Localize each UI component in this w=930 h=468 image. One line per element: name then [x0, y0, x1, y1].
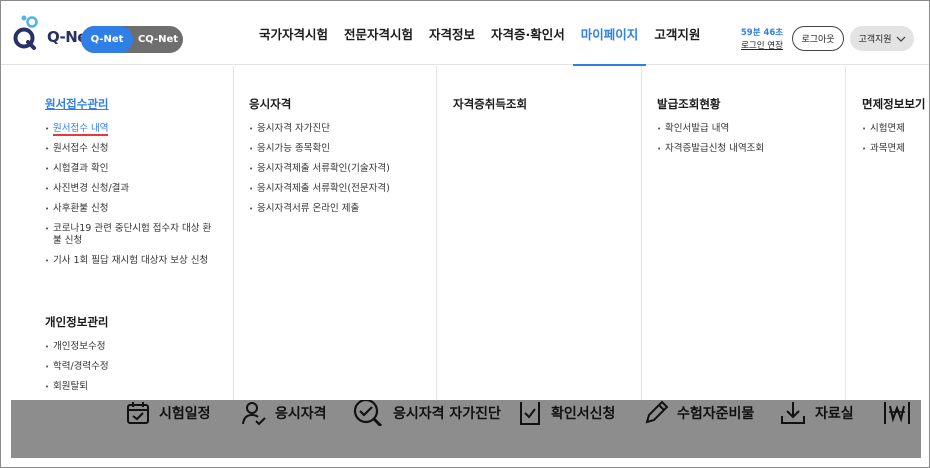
nav-mypage[interactable]: 마이페이지	[572, 1, 647, 69]
menu-item[interactable]: 응시가능 종목확인	[249, 143, 390, 155]
menu-heading-application[interactable]: 원서접수관리	[45, 96, 108, 112]
nav-customer-support[interactable]: 고객지원	[646, 1, 708, 65]
download-icon	[781, 402, 805, 424]
person-icon	[242, 402, 266, 426]
document-check-icon	[520, 402, 540, 425]
quick-label: 수험자준비물	[677, 406, 755, 422]
chevron-down-icon	[896, 36, 905, 42]
menu-item[interactable]: 코로나19 관련 중단시험 접수자 대상 환불 신청	[45, 223, 215, 247]
site-header: Q-Net Q-Net CQ-Net 국가자격시험 전문자격시험 자격정보 자격…	[1, 1, 929, 69]
menu-col-application: 원서접수관리 원서접수 내역 원서접수 신청 시험결과 확인 사진변경 신청/결…	[11, 66, 234, 401]
support-dropdown-label: 고객지원	[858, 35, 892, 45]
nav-national-exam[interactable]: 국가자격시험	[251, 1, 336, 65]
menu-list-exemption: 시험면제 과목면제	[862, 123, 905, 163]
quick-label: 시험일정	[159, 406, 211, 422]
main-nav: 국가자격시험 전문자격시험 자격정보 자격증·확인서 마이페이지 고객지원	[251, 1, 708, 69]
menu-item[interactable]: 응시자격제출 서류확인(전문자격)	[249, 183, 390, 195]
page: Q-Net Q-Net CQ-Net 국가자격시험 전문자격시험 자격정보 자격…	[0, 0, 930, 468]
quick-label: 확인서신청	[551, 406, 616, 422]
session-timer: 59분 46초 로그인 연장	[737, 27, 787, 53]
menu-heading-eligibility[interactable]: 응시자격	[249, 96, 291, 112]
menu-list-issuance: 확인서발급 내역 자격증발급신청 내역조회	[657, 123, 764, 163]
menu-item[interactable]: 사진변경 신청/결과	[45, 183, 215, 195]
quick-confirmation-request[interactable]: 확인서신청	[517, 400, 615, 426]
quick-exam-supplies[interactable]: 수험자준비물	[643, 400, 754, 426]
quick-label: 응시자격 자가진단	[393, 406, 501, 422]
quick-label: 응시자격	[275, 406, 327, 422]
qnet-logo[interactable]: Q-Net	[13, 14, 94, 54]
menu-heading-issuance[interactable]: 발급조회현황	[657, 96, 720, 112]
quick-menu-bar: 시험일정 응시자격 응시자격 자가진단 확인서신청 수험자준비물 자료실	[11, 400, 921, 458]
nav-professional-exam[interactable]: 전문자격시험	[336, 1, 421, 65]
menu-col-exemption: 면제정보보기 시험면제 과목면제	[846, 66, 925, 401]
menu-list-eligibility: 응시자격 자가진단 응시가능 종목확인 응시자격제출 서류확인(기술자격) 응시…	[249, 123, 390, 223]
net-switch: Q-Net CQ-Net	[81, 26, 183, 53]
menu-item[interactable]: 회원탈퇴	[45, 381, 109, 393]
won-icon	[884, 402, 910, 424]
calendar-icon	[127, 402, 149, 424]
menu-item[interactable]: 과목면제	[862, 143, 905, 155]
quick-label: 자료실	[815, 406, 854, 422]
menu-item[interactable]: 시험결과 확인	[45, 163, 215, 175]
menu-item[interactable]: 응시자격서류 온라인 제출	[249, 203, 390, 215]
quick-fee-partial[interactable]	[883, 400, 913, 426]
menu-item[interactable]: 자격증발급신청 내역조회	[657, 143, 764, 155]
menu-item[interactable]: 응시자격 자가진단	[249, 123, 390, 135]
nav-certificate[interactable]: 자격증·확인서	[483, 1, 573, 65]
menu-item[interactable]: 개인정보수정	[45, 341, 109, 353]
quick-resources[interactable]: 자료실	[779, 400, 854, 426]
menu-item[interactable]: 원서접수 신청	[45, 143, 215, 155]
qnet-switch-button[interactable]: Q-Net	[81, 26, 133, 53]
menu-heading-acquisition[interactable]: 자격증취득조회	[453, 96, 527, 112]
menu-item[interactable]: 학력/경력수정	[45, 361, 109, 373]
login-extend-link[interactable]: 로그인 연장	[737, 40, 787, 53]
quick-exam-schedule[interactable]: 시험일정	[125, 400, 211, 426]
menu-col-issuance: 발급조회현황 확인서발급 내역 자격증발급신청 내역조회	[642, 66, 846, 401]
mega-menu: 원서접수관리 원서접수 내역 원서접수 신청 시험결과 확인 사진변경 신청/결…	[11, 66, 925, 406]
quick-self-diagnosis[interactable]: 응시자격 자가진단	[351, 400, 501, 426]
menu-item[interactable]: 응시자격제출 서류확인(기술자격)	[249, 163, 390, 175]
logo-mark-icon	[13, 15, 38, 50]
pencil-icon	[645, 400, 669, 424]
menu-item[interactable]: 확인서발급 내역	[657, 123, 764, 135]
session-remaining: 59분 46초	[740, 28, 784, 38]
menu-heading-exemption[interactable]: 면제정보보기	[862, 96, 925, 112]
support-dropdown[interactable]: 고객지원	[850, 26, 914, 51]
menu-list-personal-info: 개인정보수정 학력/경력수정 회원탈퇴	[45, 341, 109, 401]
menu-item[interactable]: 시험면제	[862, 123, 905, 135]
menu-col-eligibility: 응시자격 응시자격 자가진단 응시가능 종목확인 응시자격제출 서류확인(기술자…	[234, 66, 437, 401]
logout-button[interactable]: 로그아웃	[792, 26, 844, 51]
menu-item[interactable]: 원서접수 내역	[45, 123, 215, 136]
cqnet-switch-button[interactable]: CQ-Net	[133, 26, 183, 53]
quick-eligibility[interactable]: 응시자격	[241, 400, 327, 426]
search-check-icon	[353, 400, 383, 426]
menu-item[interactable]: 기사 1회 필답 재시험 대상자 보상 신청	[45, 255, 215, 267]
menu-heading-personal-info[interactable]: 개인정보관리	[45, 314, 108, 330]
nav-qualification-info[interactable]: 자격정보	[421, 1, 483, 65]
menu-item[interactable]: 사후환불 신청	[45, 203, 215, 215]
menu-list-application: 원서접수 내역 원서접수 신청 시험결과 확인 사진변경 신청/결과 사후환불 …	[45, 123, 215, 275]
menu-col-acquisition: 자격증취득조회	[437, 66, 642, 401]
